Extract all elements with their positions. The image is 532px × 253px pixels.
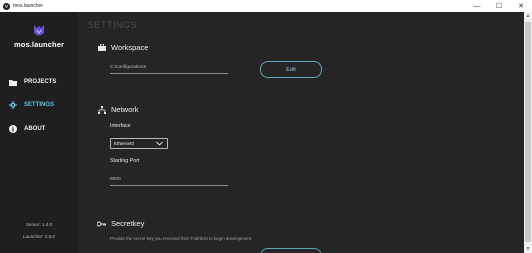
logo-text: mos.launcher <box>14 40 64 49</box>
sidebar: mos.launcher PROJECTS SETTINGS ABOUT Ser… <box>0 12 78 253</box>
sidebar-item-about[interactable]: ABOUT <box>0 122 78 136</box>
info-icon <box>8 124 18 134</box>
key-icon <box>97 219 106 228</box>
minimize-button[interactable]: — <box>466 0 488 12</box>
network-section-title: Network <box>97 105 139 114</box>
workspace-title: Workspace <box>111 43 149 52</box>
app-icon <box>3 2 10 10</box>
starting-port-field[interactable]: 8000 <box>110 177 228 186</box>
briefcase-icon <box>97 43 106 52</box>
sidebar-item-label: SETTINGS <box>24 102 55 108</box>
logo-icon <box>34 25 44 36</box>
sidebar-item-label: PROJECTS <box>24 79 57 85</box>
logo: mos.launcher <box>14 24 64 49</box>
sidebar-item-settings[interactable]: SETTINGS <box>0 98 78 112</box>
workspace-path-field[interactable]: C:\configurations <box>110 65 228 74</box>
scroll-thumb[interactable] <box>525 22 531 242</box>
network-icon <box>97 105 106 114</box>
secretkey-hint: Provide the secret key you received from… <box>110 236 253 241</box>
folder-icon <box>8 77 18 87</box>
server-version: Server: 1.4.0 <box>25 222 53 227</box>
settings-panel: SETTINGS Workspace C:\configurations Edi… <box>78 12 524 253</box>
starting-port-label: Starting Port <box>110 158 140 164</box>
scroll-down-icon[interactable]: ▼ <box>524 245 532 253</box>
scroll-up-icon[interactable]: ▲ <box>524 12 532 20</box>
interface-value: Ethernet0 <box>114 141 134 146</box>
interface-select[interactable]: Ethernet0 <box>110 138 168 149</box>
chevron-down-icon <box>156 141 163 146</box>
gear-icon <box>8 100 18 110</box>
sidebar-item-label: ABOUT <box>24 126 46 132</box>
maximize-button[interactable]: ☐ <box>488 0 510 12</box>
secretkey-section-title: Secretkey <box>97 219 144 228</box>
page-title: SETTINGS <box>88 20 138 30</box>
launcher-version: Launcher: 2.5.0 <box>23 234 55 239</box>
secretkey-button[interactable] <box>260 248 322 253</box>
scrollbar[interactable]: ▲ ▼ <box>524 12 532 253</box>
interface-label: Interface <box>110 123 131 129</box>
network-title: Network <box>111 105 139 114</box>
close-button[interactable]: ✕ <box>510 0 532 12</box>
edit-button[interactable]: Edit <box>260 61 322 78</box>
sidebar-item-projects[interactable]: PROJECTS <box>0 75 78 89</box>
workspace-section-title: Workspace <box>97 43 148 52</box>
window-title: mos.launcher <box>13 3 44 9</box>
secretkey-title: Secretkey <box>111 219 145 228</box>
